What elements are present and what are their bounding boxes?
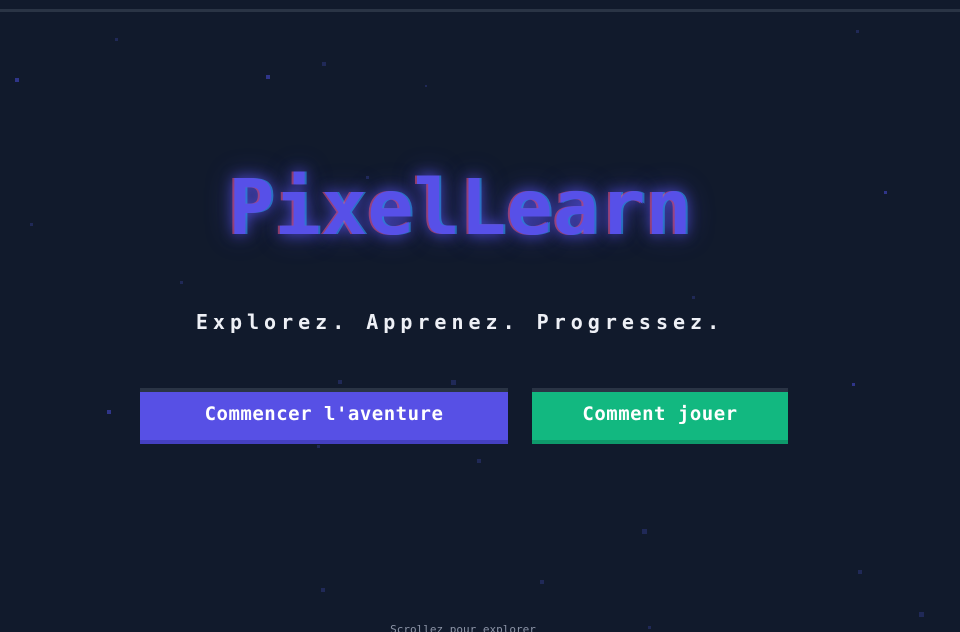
star (321, 588, 325, 592)
hero-tagline: Explorez. Apprenez. Progressez. (195, 310, 725, 334)
star (425, 85, 427, 87)
star (15, 78, 19, 82)
star (477, 459, 481, 463)
star (451, 380, 456, 385)
star (919, 612, 924, 617)
start-adventure-button[interactable]: Commencer l'aventure (140, 388, 508, 444)
star (266, 75, 270, 79)
star (338, 380, 342, 384)
star (858, 570, 862, 574)
star (180, 281, 183, 284)
star (856, 30, 859, 33)
how-to-play-button[interactable]: Comment jouer (532, 388, 788, 444)
scroll-hint: Scrollez pour explorer (390, 623, 536, 632)
star (852, 383, 855, 386)
star (642, 529, 647, 534)
brand-title: PixelLearn (228, 164, 692, 253)
top-header-strip (0, 0, 960, 12)
star (540, 580, 544, 584)
star (322, 62, 326, 66)
star (107, 410, 111, 414)
star (692, 296, 695, 299)
star (317, 445, 320, 448)
star (115, 38, 118, 41)
